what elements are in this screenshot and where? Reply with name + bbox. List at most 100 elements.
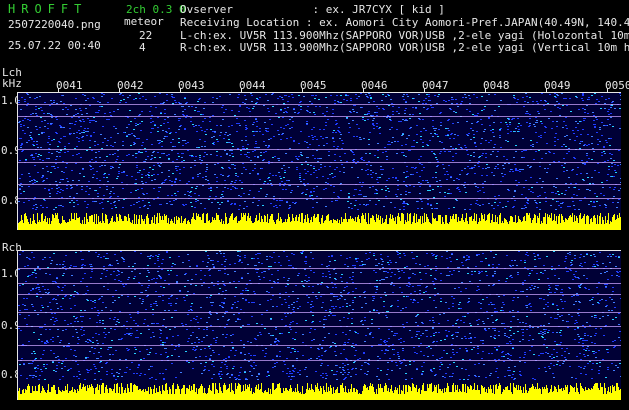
noise-pixel	[416, 201, 418, 202]
noise-pixel	[213, 136, 215, 137]
noise-pixel	[515, 168, 517, 169]
rch-spectrogram-canvas	[18, 250, 621, 400]
noise-pixel	[67, 370, 69, 371]
noise-pixel	[178, 346, 180, 347]
noise-pixel	[57, 356, 59, 357]
noise-pixel	[107, 201, 109, 202]
noise-pixel	[151, 155, 153, 156]
noise-pixel	[134, 118, 136, 119]
noise-pixel	[405, 191, 407, 192]
noise-pixel	[151, 377, 153, 378]
noise-pixel	[481, 175, 483, 176]
noise-pixel	[530, 140, 532, 141]
amplitude-bar	[564, 222, 565, 230]
amplitude-bar	[579, 215, 580, 230]
noise-pixel	[186, 115, 188, 116]
noise-pixel	[353, 136, 355, 137]
noise-pixel	[372, 123, 374, 124]
noise-pixel	[109, 318, 111, 319]
noise-pixel	[253, 368, 255, 369]
amplitude-bar	[207, 213, 208, 230]
noise-pixel	[55, 371, 57, 372]
noise-pixel	[574, 187, 576, 188]
noise-pixel	[279, 293, 281, 294]
noise-pixel	[573, 205, 575, 206]
noise-pixel	[51, 140, 53, 141]
noise-pixel	[171, 181, 173, 182]
amplitude-bar	[596, 224, 597, 230]
noise-pixel	[230, 183, 232, 184]
noise-pixel	[563, 361, 565, 362]
noise-pixel	[196, 346, 198, 347]
noise-pixel	[467, 302, 469, 303]
noise-pixel	[370, 97, 372, 98]
amplitude-bar	[171, 219, 172, 230]
noise-pixel	[260, 152, 262, 153]
noise-pixel	[268, 146, 270, 147]
noise-pixel	[610, 158, 612, 159]
noise-pixel	[398, 271, 400, 272]
noise-pixel	[36, 97, 38, 98]
noise-pixel	[239, 259, 241, 260]
noise-pixel	[439, 366, 441, 367]
noise-pixel	[78, 117, 80, 118]
noise-pixel	[478, 157, 480, 158]
noise-pixel	[248, 152, 250, 153]
amplitude-bar	[572, 213, 573, 230]
noise-pixel	[356, 124, 358, 125]
noise-pixel	[573, 304, 575, 305]
amplitude-bar	[531, 223, 532, 230]
noise-pixel	[365, 205, 367, 206]
noise-pixel	[375, 204, 377, 205]
noise-pixel	[611, 176, 613, 177]
noise-pixel	[110, 115, 112, 116]
noise-pixel	[520, 125, 522, 126]
noise-pixel	[513, 157, 515, 158]
amplitude-bar	[176, 216, 177, 230]
noise-pixel	[569, 98, 571, 99]
noise-pixel	[546, 347, 548, 348]
noise-pixel	[84, 379, 86, 380]
noise-pixel	[443, 350, 445, 351]
noise-pixel	[85, 108, 87, 109]
noise-pixel	[59, 182, 61, 183]
noise-pixel	[148, 280, 150, 281]
noise-pixel	[362, 119, 364, 120]
noise-pixel	[252, 151, 254, 152]
noise-pixel	[488, 304, 490, 305]
noise-pixel	[423, 355, 425, 356]
noise-pixel	[344, 365, 346, 366]
noise-pixel	[579, 148, 581, 149]
observer-line: Ovserver : ex. JR7CYX [ kid ]	[180, 3, 445, 16]
noise-pixel	[34, 270, 36, 271]
noise-pixel	[135, 179, 137, 180]
noise-pixel	[110, 203, 112, 204]
amplitude-bar	[396, 224, 397, 230]
noise-pixel	[432, 355, 434, 356]
noise-pixel	[525, 254, 527, 255]
noise-pixel	[247, 144, 249, 145]
noise-pixel	[134, 136, 136, 137]
noise-pixel	[286, 373, 288, 374]
noise-pixel	[434, 130, 436, 131]
noise-pixel	[160, 344, 162, 345]
noise-pixel	[131, 176, 133, 177]
noise-pixel	[500, 100, 502, 101]
noise-pixel	[110, 168, 112, 169]
noise-pixel	[44, 257, 46, 258]
noise-pixel	[133, 142, 135, 143]
noise-pixel	[39, 291, 41, 292]
amplitude-bar	[419, 219, 420, 230]
noise-pixel	[286, 358, 288, 359]
noise-pixel	[137, 337, 139, 338]
noise-pixel	[556, 178, 558, 179]
noise-pixel	[29, 135, 31, 136]
noise-pixel	[435, 270, 437, 271]
noise-pixel	[23, 298, 25, 299]
noise-pixel	[554, 269, 556, 270]
amplitude-bar	[52, 214, 53, 230]
noise-pixel	[550, 317, 552, 318]
amplitude-bar	[163, 220, 164, 230]
noise-pixel	[365, 170, 367, 171]
noise-pixel	[508, 163, 510, 164]
